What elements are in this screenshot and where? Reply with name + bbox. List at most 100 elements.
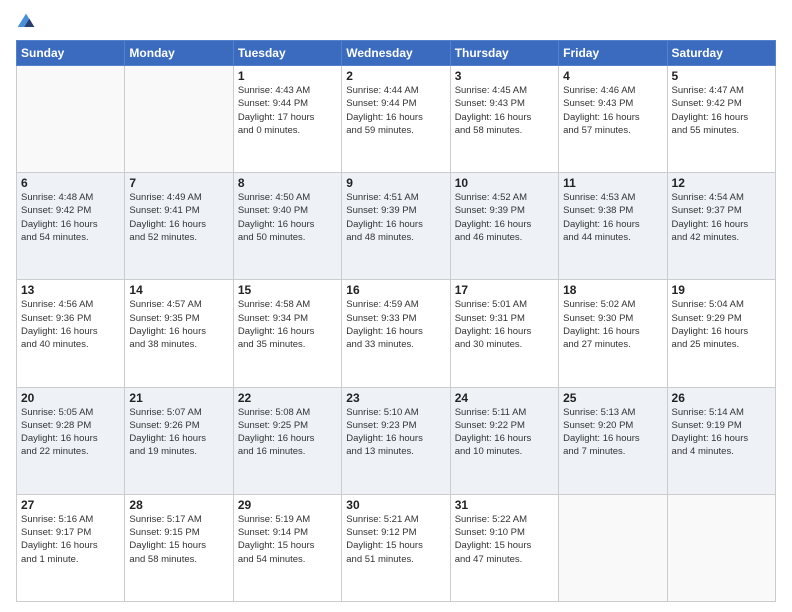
day-info: Sunrise: 4:50 AM Sunset: 9:40 PM Dayligh…	[238, 191, 337, 244]
calendar-cell: 23Sunrise: 5:10 AM Sunset: 9:23 PM Dayli…	[342, 387, 450, 494]
day-number: 11	[563, 176, 662, 190]
calendar-cell: 17Sunrise: 5:01 AM Sunset: 9:31 PM Dayli…	[450, 280, 558, 387]
calendar-cell: 18Sunrise: 5:02 AM Sunset: 9:30 PM Dayli…	[559, 280, 667, 387]
calendar-cell: 2Sunrise: 4:44 AM Sunset: 9:44 PM Daylig…	[342, 66, 450, 173]
calendar-header-sunday: Sunday	[17, 41, 125, 66]
day-number: 6	[21, 176, 120, 190]
calendar-cell: 5Sunrise: 4:47 AM Sunset: 9:42 PM Daylig…	[667, 66, 775, 173]
day-number: 19	[672, 283, 771, 297]
calendar-cell: 12Sunrise: 4:54 AM Sunset: 9:37 PM Dayli…	[667, 173, 775, 280]
calendar-cell: 4Sunrise: 4:46 AM Sunset: 9:43 PM Daylig…	[559, 66, 667, 173]
calendar-cell: 28Sunrise: 5:17 AM Sunset: 9:15 PM Dayli…	[125, 494, 233, 601]
day-number: 27	[21, 498, 120, 512]
day-number: 22	[238, 391, 337, 405]
calendar-header-tuesday: Tuesday	[233, 41, 341, 66]
day-number: 31	[455, 498, 554, 512]
calendar-cell	[125, 66, 233, 173]
calendar-cell	[17, 66, 125, 173]
calendar-cell: 21Sunrise: 5:07 AM Sunset: 9:26 PM Dayli…	[125, 387, 233, 494]
calendar-header-row: SundayMondayTuesdayWednesdayThursdayFrid…	[17, 41, 776, 66]
day-number: 20	[21, 391, 120, 405]
calendar-cell	[559, 494, 667, 601]
day-info: Sunrise: 4:48 AM Sunset: 9:42 PM Dayligh…	[21, 191, 120, 244]
calendar-cell: 15Sunrise: 4:58 AM Sunset: 9:34 PM Dayli…	[233, 280, 341, 387]
day-info: Sunrise: 5:19 AM Sunset: 9:14 PM Dayligh…	[238, 513, 337, 566]
calendar-cell: 1Sunrise: 4:43 AM Sunset: 9:44 PM Daylig…	[233, 66, 341, 173]
day-number: 28	[129, 498, 228, 512]
calendar-cell: 16Sunrise: 4:59 AM Sunset: 9:33 PM Dayli…	[342, 280, 450, 387]
calendar-header-friday: Friday	[559, 41, 667, 66]
day-info: Sunrise: 5:02 AM Sunset: 9:30 PM Dayligh…	[563, 298, 662, 351]
day-info: Sunrise: 4:43 AM Sunset: 9:44 PM Dayligh…	[238, 84, 337, 137]
calendar-cell: 6Sunrise: 4:48 AM Sunset: 9:42 PM Daylig…	[17, 173, 125, 280]
calendar-header-wednesday: Wednesday	[342, 41, 450, 66]
day-info: Sunrise: 5:04 AM Sunset: 9:29 PM Dayligh…	[672, 298, 771, 351]
day-info: Sunrise: 5:07 AM Sunset: 9:26 PM Dayligh…	[129, 406, 228, 459]
day-info: Sunrise: 4:57 AM Sunset: 9:35 PM Dayligh…	[129, 298, 228, 351]
calendar-cell	[667, 494, 775, 601]
day-number: 23	[346, 391, 445, 405]
day-info: Sunrise: 4:54 AM Sunset: 9:37 PM Dayligh…	[672, 191, 771, 244]
day-info: Sunrise: 5:13 AM Sunset: 9:20 PM Dayligh…	[563, 406, 662, 459]
day-info: Sunrise: 4:47 AM Sunset: 9:42 PM Dayligh…	[672, 84, 771, 137]
day-info: Sunrise: 5:21 AM Sunset: 9:12 PM Dayligh…	[346, 513, 445, 566]
day-info: Sunrise: 5:16 AM Sunset: 9:17 PM Dayligh…	[21, 513, 120, 566]
day-number: 2	[346, 69, 445, 83]
day-number: 17	[455, 283, 554, 297]
day-number: 4	[563, 69, 662, 83]
logo	[16, 12, 38, 32]
day-number: 9	[346, 176, 445, 190]
day-info: Sunrise: 4:45 AM Sunset: 9:43 PM Dayligh…	[455, 84, 554, 137]
calendar-cell: 27Sunrise: 5:16 AM Sunset: 9:17 PM Dayli…	[17, 494, 125, 601]
day-number: 29	[238, 498, 337, 512]
day-number: 13	[21, 283, 120, 297]
day-info: Sunrise: 5:08 AM Sunset: 9:25 PM Dayligh…	[238, 406, 337, 459]
calendar-cell: 31Sunrise: 5:22 AM Sunset: 9:10 PM Dayli…	[450, 494, 558, 601]
day-number: 30	[346, 498, 445, 512]
day-info: Sunrise: 4:52 AM Sunset: 9:39 PM Dayligh…	[455, 191, 554, 244]
day-info: Sunrise: 4:59 AM Sunset: 9:33 PM Dayligh…	[346, 298, 445, 351]
page: SundayMondayTuesdayWednesdayThursdayFrid…	[0, 0, 792, 612]
header	[16, 12, 776, 32]
day-info: Sunrise: 5:17 AM Sunset: 9:15 PM Dayligh…	[129, 513, 228, 566]
calendar-header-monday: Monday	[125, 41, 233, 66]
calendar-cell: 14Sunrise: 4:57 AM Sunset: 9:35 PM Dayli…	[125, 280, 233, 387]
day-info: Sunrise: 5:11 AM Sunset: 9:22 PM Dayligh…	[455, 406, 554, 459]
calendar-cell: 30Sunrise: 5:21 AM Sunset: 9:12 PM Dayli…	[342, 494, 450, 601]
day-info: Sunrise: 4:51 AM Sunset: 9:39 PM Dayligh…	[346, 191, 445, 244]
logo-icon	[16, 12, 36, 32]
day-number: 21	[129, 391, 228, 405]
day-info: Sunrise: 5:10 AM Sunset: 9:23 PM Dayligh…	[346, 406, 445, 459]
day-info: Sunrise: 4:46 AM Sunset: 9:43 PM Dayligh…	[563, 84, 662, 137]
day-number: 16	[346, 283, 445, 297]
calendar-week-row: 6Sunrise: 4:48 AM Sunset: 9:42 PM Daylig…	[17, 173, 776, 280]
day-number: 7	[129, 176, 228, 190]
calendar-week-row: 20Sunrise: 5:05 AM Sunset: 9:28 PM Dayli…	[17, 387, 776, 494]
calendar-header-saturday: Saturday	[667, 41, 775, 66]
day-number: 18	[563, 283, 662, 297]
day-number: 5	[672, 69, 771, 83]
day-info: Sunrise: 4:49 AM Sunset: 9:41 PM Dayligh…	[129, 191, 228, 244]
calendar-week-row: 27Sunrise: 5:16 AM Sunset: 9:17 PM Dayli…	[17, 494, 776, 601]
day-info: Sunrise: 4:53 AM Sunset: 9:38 PM Dayligh…	[563, 191, 662, 244]
day-number: 10	[455, 176, 554, 190]
calendar-cell: 7Sunrise: 4:49 AM Sunset: 9:41 PM Daylig…	[125, 173, 233, 280]
calendar-cell: 20Sunrise: 5:05 AM Sunset: 9:28 PM Dayli…	[17, 387, 125, 494]
day-number: 12	[672, 176, 771, 190]
calendar-cell: 26Sunrise: 5:14 AM Sunset: 9:19 PM Dayli…	[667, 387, 775, 494]
calendar-week-row: 1Sunrise: 4:43 AM Sunset: 9:44 PM Daylig…	[17, 66, 776, 173]
calendar-cell: 9Sunrise: 4:51 AM Sunset: 9:39 PM Daylig…	[342, 173, 450, 280]
calendar-cell: 19Sunrise: 5:04 AM Sunset: 9:29 PM Dayli…	[667, 280, 775, 387]
calendar-table: SundayMondayTuesdayWednesdayThursdayFrid…	[16, 40, 776, 602]
day-info: Sunrise: 5:05 AM Sunset: 9:28 PM Dayligh…	[21, 406, 120, 459]
day-number: 15	[238, 283, 337, 297]
calendar-cell: 29Sunrise: 5:19 AM Sunset: 9:14 PM Dayli…	[233, 494, 341, 601]
day-info: Sunrise: 4:44 AM Sunset: 9:44 PM Dayligh…	[346, 84, 445, 137]
day-info: Sunrise: 5:14 AM Sunset: 9:19 PM Dayligh…	[672, 406, 771, 459]
day-info: Sunrise: 4:56 AM Sunset: 9:36 PM Dayligh…	[21, 298, 120, 351]
calendar-cell: 3Sunrise: 4:45 AM Sunset: 9:43 PM Daylig…	[450, 66, 558, 173]
calendar-cell: 11Sunrise: 4:53 AM Sunset: 9:38 PM Dayli…	[559, 173, 667, 280]
day-info: Sunrise: 5:22 AM Sunset: 9:10 PM Dayligh…	[455, 513, 554, 566]
day-number: 14	[129, 283, 228, 297]
calendar-cell: 25Sunrise: 5:13 AM Sunset: 9:20 PM Dayli…	[559, 387, 667, 494]
